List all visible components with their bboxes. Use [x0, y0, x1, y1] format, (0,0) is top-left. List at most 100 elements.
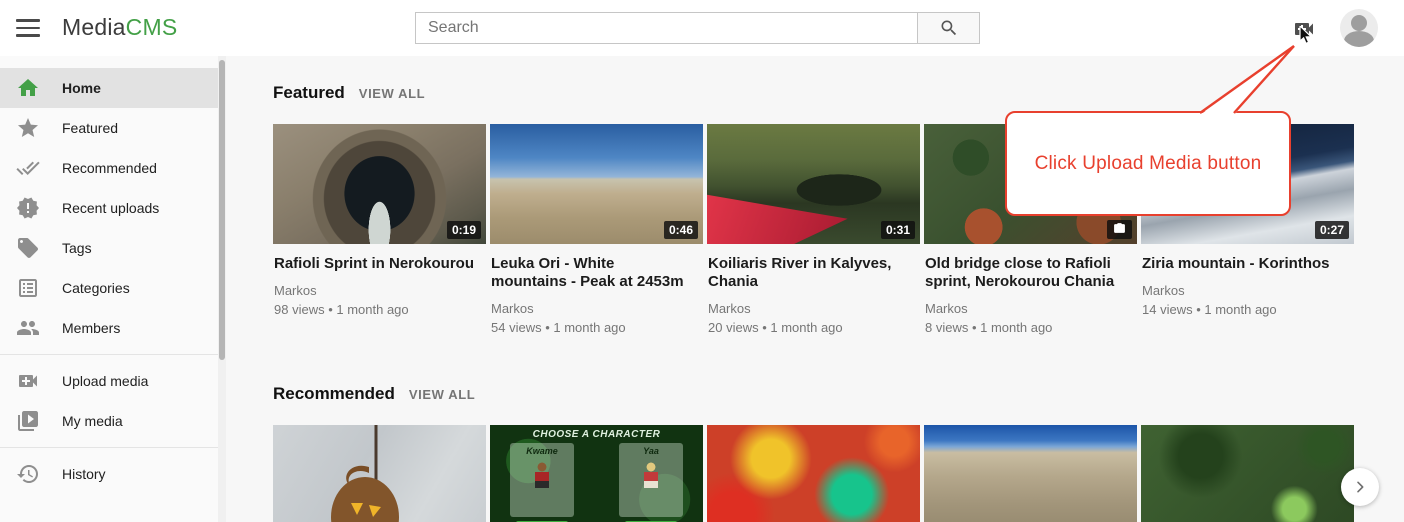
- sidebar-item-tags[interactable]: Tags: [0, 228, 218, 268]
- video-title[interactable]: Old bridge close to Rafioli sprint, Nero…: [925, 255, 1127, 291]
- sidebar-item-upload-media[interactable]: Upload media: [0, 361, 218, 401]
- search-input[interactable]: [415, 12, 917, 44]
- sidebar-item-label: Categories: [62, 280, 130, 296]
- video-title[interactable]: Leuka Ori - White mountains - Peak at 24…: [491, 255, 693, 291]
- recommended-view-all-link[interactable]: VIEW ALL: [409, 387, 475, 402]
- video-author: Markos: [925, 299, 1127, 318]
- video-author: Markos: [274, 281, 476, 300]
- video-title[interactable]: Ziria mountain - Korinthos: [1142, 255, 1344, 273]
- chevron-right-icon: [1352, 479, 1368, 495]
- video-thumbnail[interactable]: [273, 425, 486, 522]
- members-icon: [16, 316, 40, 340]
- sidebar-item-label: Home: [62, 80, 101, 96]
- video-card[interactable]: [924, 425, 1137, 522]
- avatar-head: [1351, 15, 1367, 31]
- video-card[interactable]: CHOOSE A CHARACTER Kwame Yaa Selected Se…: [490, 425, 703, 522]
- video-plus-icon: [16, 369, 40, 393]
- video-author: Markos: [708, 299, 910, 318]
- sidebar-item-label: Featured: [62, 120, 118, 136]
- mediacms-page: MediaCMS Home Featured Recommended R: [0, 0, 1404, 522]
- video-thumbnail[interactable]: [1141, 425, 1354, 522]
- sidebar-scrollbar[interactable]: [218, 56, 226, 522]
- sidebar-item-categories[interactable]: Categories: [0, 268, 218, 308]
- video-card[interactable]: 0:31 Koiliaris River in Kalyves, Chania …: [707, 124, 920, 354]
- avatar-body: [1344, 31, 1374, 47]
- search-bar: [415, 12, 980, 44]
- game-character-name: Yaa: [619, 443, 683, 456]
- game-character-sprite: [535, 462, 549, 492]
- sidebar-item-home[interactable]: Home: [0, 68, 218, 108]
- history-icon: [16, 462, 40, 486]
- video-thumbnail[interactable]: 0:46: [490, 124, 703, 244]
- video-card[interactable]: 0:46 Leuka Ori - White mountains - Peak …: [490, 124, 703, 354]
- upload-media-button[interactable]: [1291, 17, 1317, 41]
- hamburger-menu-icon[interactable]: [16, 19, 40, 37]
- duration-badge: 0:19: [447, 221, 481, 239]
- double-check-icon: [16, 156, 40, 180]
- video-author: Markos: [1142, 281, 1344, 300]
- game-heading-text: CHOOSE A CHARACTER: [490, 429, 703, 440]
- video-thumbnail[interactable]: 0:31: [707, 124, 920, 244]
- video-thumbnail[interactable]: CHOOSE A CHARACTER Kwame Yaa Selected Se…: [490, 425, 703, 522]
- sidebar-item-my-media[interactable]: My media: [0, 401, 218, 441]
- sidebar-item-label: Upload media: [62, 373, 148, 389]
- sidebar-item-label: Members: [62, 320, 120, 336]
- video-thumbnail[interactable]: 0:19: [273, 124, 486, 244]
- video-meta: 14 views • 1 month ago: [1142, 300, 1344, 319]
- featured-section-header: Featured VIEW ALL: [273, 83, 1404, 103]
- section-title: Featured: [273, 83, 345, 103]
- game-character-panel: Yaa: [619, 443, 683, 517]
- game-character-panel: Kwame: [510, 443, 574, 517]
- logo-cms-text: CMS: [126, 14, 178, 40]
- video-card[interactable]: 0:19 Rafioli Sprint in Nerokourou Markos…: [273, 124, 486, 354]
- top-bar: MediaCMS: [0, 0, 1404, 56]
- sidebar-item-history[interactable]: History: [0, 454, 218, 494]
- video-card[interactable]: [707, 425, 920, 522]
- search-button[interactable]: [917, 12, 980, 44]
- camera-icon: [1107, 220, 1132, 239]
- annotation-text: Click Upload Media button: [1035, 153, 1262, 175]
- tag-icon: [16, 236, 40, 260]
- sidebar-item-members[interactable]: Members: [0, 308, 218, 348]
- sidebar-item-recommended[interactable]: Recommended: [0, 148, 218, 188]
- video-meta: 8 views • 1 month ago: [925, 318, 1127, 337]
- video-title[interactable]: Koiliaris River in Kalyves, Chania: [708, 255, 910, 291]
- duration-badge: 0:31: [881, 221, 915, 239]
- sidebar-item-label: Recent uploads: [62, 200, 159, 216]
- mediacms-logo[interactable]: MediaCMS: [62, 14, 177, 41]
- duration-badge: 0:27: [1315, 221, 1349, 239]
- sidebar-item-recent-uploads[interactable]: Recent uploads: [0, 188, 218, 228]
- video-card[interactable]: [1141, 425, 1354, 522]
- video-author: Markos: [491, 299, 693, 318]
- home-icon: [16, 76, 40, 100]
- sidebar-divider: [0, 447, 218, 448]
- user-avatar[interactable]: [1340, 9, 1378, 47]
- sidebar-nav: Home Featured Recommended Recent uploads…: [0, 56, 218, 522]
- new-releases-icon: [16, 196, 40, 220]
- game-character-sprite: [644, 462, 658, 492]
- featured-view-all-link[interactable]: VIEW ALL: [359, 86, 425, 101]
- section-title: Recommended: [273, 384, 395, 404]
- star-icon: [16, 116, 40, 140]
- video-plus-icon: [1291, 17, 1317, 41]
- sidebar-item-label: Recommended: [62, 160, 157, 176]
- video-library-icon: [16, 409, 40, 433]
- game-character-name: Kwame: [510, 443, 574, 456]
- thumbnail-kayak-shape: [707, 184, 848, 244]
- annotation-callout: Click Upload Media button: [1005, 111, 1291, 216]
- thumbnail-pumpkin-shape: [273, 425, 486, 522]
- video-thumbnail[interactable]: [707, 425, 920, 522]
- video-title[interactable]: Rafioli Sprint in Nerokourou: [274, 255, 476, 273]
- video-meta: 98 views • 1 month ago: [274, 300, 476, 319]
- sidebar-item-featured[interactable]: Featured: [0, 108, 218, 148]
- sidebar-divider: [0, 354, 218, 355]
- sidebar-item-label: Tags: [62, 240, 92, 256]
- video-thumbnail[interactable]: [924, 425, 1137, 522]
- recommended-row: CHOOSE A CHARACTER Kwame Yaa Selected Se…: [273, 425, 1404, 522]
- video-meta: 54 views • 1 month ago: [491, 318, 693, 337]
- logo-media-text: Media: [62, 14, 126, 40]
- carousel-next-button[interactable]: [1341, 468, 1379, 506]
- scrollbar-thumb[interactable]: [219, 60, 225, 360]
- search-icon: [939, 18, 959, 38]
- video-card[interactable]: [273, 425, 486, 522]
